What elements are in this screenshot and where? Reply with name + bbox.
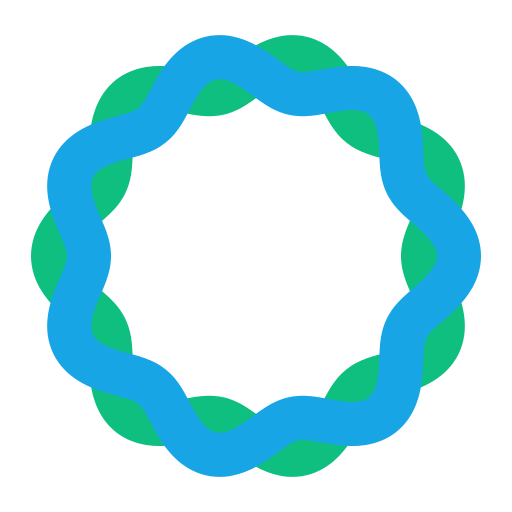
blue-strand (47, 35, 481, 477)
logo-canvas (0, 0, 512, 512)
woven-ring-strands (31, 35, 481, 477)
woven-ring-icon (31, 35, 481, 477)
